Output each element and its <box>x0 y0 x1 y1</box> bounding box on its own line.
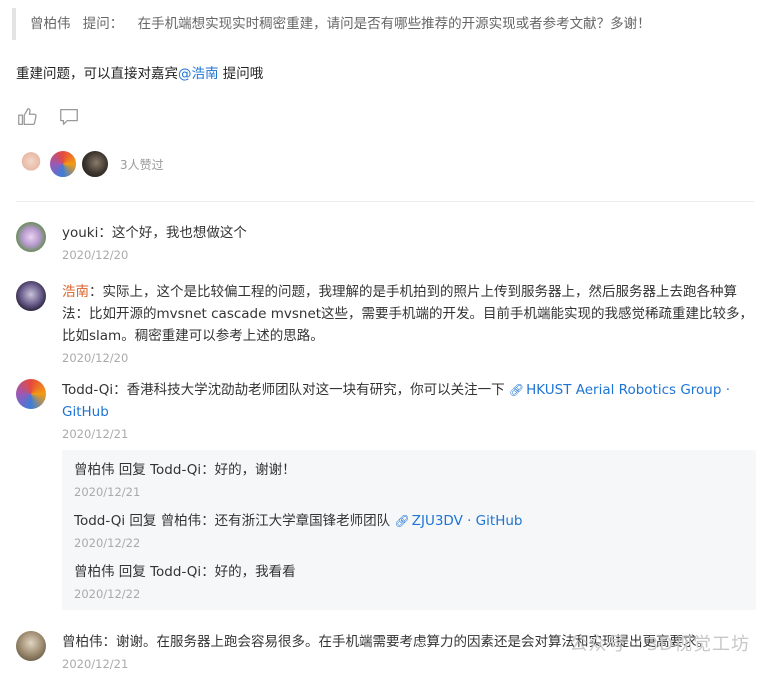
question-text: 在手机端想实现实时稠密重建，请问是否有哪些推荐的开源实现或者参考文献？多谢！ <box>137 16 651 32</box>
comment-date: 2020/12/20 <box>62 248 129 262</box>
divider <box>16 201 754 202</box>
commenter-name[interactable]: 浩南 <box>62 284 89 300</box>
reply-to[interactable]: Todd-Qi <box>150 564 201 580</box>
commenter-name[interactable]: 曾柏伟 <box>62 634 103 650</box>
comment-item: Todd-Qi：香港科技大学沈劭劼老师团队对这一块有研究，你可以关注一下 🔗︎ H… <box>16 379 756 443</box>
avatar[interactable] <box>16 281 46 311</box>
comment-date: 2020/12/21 <box>62 427 129 441</box>
comment-item: 浩南：实际上，这个是比较偏工程的问题，我理解的是手机拍到的照片上传到服务器上，然… <box>16 281 756 367</box>
comment-body: 浩南：实际上，这个是比较偏工程的问题，我理解的是手机拍到的照片上传到服务器上，然… <box>62 281 756 347</box>
liker-avatar[interactable] <box>16 149 46 179</box>
followup-prefix: 重建问题，可以直接对嘉宾 <box>16 66 178 82</box>
comment-text: ：实际上，这个是比较偏工程的问题，我理解的是手机拍到的照片上传到服务器上，然后服… <box>62 284 754 344</box>
liker-avatar[interactable] <box>48 149 78 179</box>
reply-text: ：还有浙江大学章国锋老师团队 <box>201 513 391 529</box>
reply-from[interactable]: 曾柏伟 <box>74 564 115 580</box>
like-count: 3人赞过 <box>120 157 164 172</box>
reply-item: 曾柏伟 回复 Todd-Qi：好的，我看看 2020/12/22 <box>74 562 744 602</box>
reply-item: Todd-Qi 回复 曾柏伟：还有浙江大学章国锋老师团队 🔗︎ ZJU3DV · … <box>74 511 744 551</box>
replies-thread: 曾柏伟 回复 Todd-Qi：好的，谢谢！ 2020/12/21 Todd-Qi… <box>62 450 756 610</box>
external-link[interactable]: ZJU3DV · GitHub <box>412 513 523 529</box>
mention-link[interactable]: @浩南 <box>178 66 219 82</box>
comment-date: 2020/12/21 <box>62 657 129 671</box>
comment-body: youki：这个好，我也想做这个 <box>62 222 756 244</box>
reply-date: 2020/12/21 <box>74 485 141 499</box>
comment-body: Todd-Qi：香港科技大学沈劭劼老师团队对这一块有研究，你可以关注一下 🔗︎ H… <box>62 379 756 423</box>
avatar[interactable] <box>16 379 46 409</box>
commenter-name[interactable]: youki <box>62 225 98 241</box>
comment-date: 2020/12/20 <box>62 351 129 365</box>
link-icon: 🔗︎ <box>508 383 525 397</box>
reply-from[interactable]: 曾柏伟 <box>74 462 115 478</box>
reply-item: 曾柏伟 回复 Todd-Qi：好的，谢谢！ 2020/12/21 <box>74 460 744 500</box>
reply-to[interactable]: 曾柏伟 <box>161 513 202 529</box>
reply-text: ：好的，我看看 <box>201 564 296 580</box>
link-icon: 🔗︎ <box>394 514 410 528</box>
likers-row: 3人赞过 <box>16 149 164 179</box>
reply-verb: 回复 <box>114 564 151 580</box>
post-actions <box>16 106 80 128</box>
comment-text: ：这个好，我也想做这个 <box>98 225 247 241</box>
reply-verb: 回复 <box>125 513 161 529</box>
ask-label: 提问： <box>82 16 124 32</box>
asker-name: 曾柏伟 <box>30 16 71 32</box>
avatar[interactable] <box>16 631 46 661</box>
reply-text: ：好的，谢谢！ <box>201 462 296 478</box>
reply-to[interactable]: Todd-Qi <box>150 462 201 478</box>
avatar[interactable] <box>16 222 46 252</box>
comment-text: ：香港科技大学沈劭劼老师团队对这一块有研究，你可以关注一下 <box>113 382 505 398</box>
liker-avatar[interactable] <box>80 149 110 179</box>
followup-suffix: 提问哦 <box>218 66 264 82</box>
watermark: 公众号 · 3D视觉工坊 <box>570 630 750 656</box>
thumbs-up-icon[interactable] <box>16 106 38 128</box>
comment-item: youki：这个好，我也想做这个 2020/12/20 <box>16 222 756 264</box>
reply-from[interactable]: Todd-Qi <box>74 513 125 529</box>
question-quote: 曾柏伟 提问： 在手机端想实现实时稠密重建，请问是否有哪些推荐的开源实现或者参考… <box>12 8 760 40</box>
followup-text: 重建问题，可以直接对嘉宾@浩南 提问哦 <box>16 63 263 85</box>
comment-icon[interactable] <box>58 106 80 128</box>
watermark-text: 公众号 · 3D视觉工坊 <box>569 634 750 655</box>
commenter-name[interactable]: Todd-Qi <box>62 382 113 398</box>
reply-date: 2020/12/22 <box>74 536 141 550</box>
reply-verb: 回复 <box>114 462 151 478</box>
reply-date: 2020/12/22 <box>74 587 141 601</box>
